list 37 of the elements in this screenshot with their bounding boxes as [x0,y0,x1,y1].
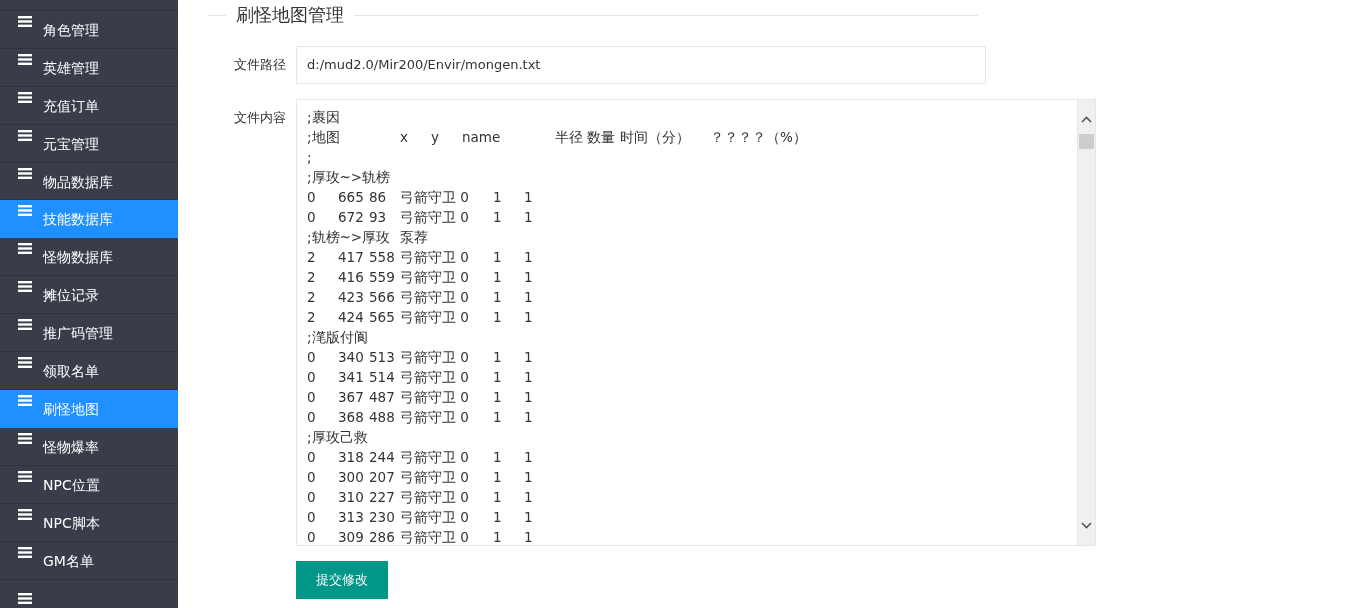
menu-icon [18,357,32,369]
submit-button[interactable]: 提交修改 [296,561,388,599]
sidebar-item[interactable]: 元宝管理 [0,124,178,163]
menu-icon [18,15,32,27]
menu-icon [18,53,32,65]
scrollbar[interactable] [1077,100,1095,545]
content-textarea[interactable]: ;裹因 ;地图 x y name 半径 数量 时间（分） ？？？？（%） ; ;厚玫~>轨榜 0 665 86 弓箭守卫 0 1 1 0 672 93 弓箭守卫 0 1 1 ;轨榜~>厚玫 泵荐 2 417 558 弓箭守卫 0 1 1 2 416 559 弓箭守卫 0 1 1 2 423 566 弓箭守卫 0 1 1 2 424 565 弓箭守卫 0 1 1 ;滗版付阆 0 340 513 弓箭守卫 0 1 1 0 341 514 弓箭守卫 0 1 1 0 367 487 弓箭守卫 0 1 1 0 368 488 弓箭守卫 0 1 1 ;厚玫己救 0 318 244 弓箭守卫 0 1 1 0 300 207 弓箭守卫 0 1 1 0 310 227 弓箭守卫 0 1 1 0 313 230 弓箭守卫 0 1 1 0 309 286 弓箭守卫 0 1 1 [296,99,1096,546]
field-label: 文件内容 [233,109,287,127]
menu-icon [18,205,32,217]
sidebar-item[interactable]: 英雄管理 [0,48,178,87]
menu-icon [18,91,32,103]
section-title: 刷怪地图管理 [235,3,345,27]
menu-icon [18,319,32,331]
menu-icon [18,395,32,407]
menu-icon [18,471,32,483]
scroll-up-icon[interactable] [1081,116,1092,123]
path-field[interactable]: d:/mud2.0/Mir200/Envir/mongen.txt [296,46,986,84]
sidebar-item[interactable]: NPC位置 [0,466,178,505]
field-label: 文件路径 [233,56,287,74]
sidebar-item[interactable]: 角色管理 [0,10,178,49]
menu-icon [18,547,32,559]
sidebar-item[interactable]: NPC脚本 [0,504,178,543]
scroll-down-icon[interactable] [1081,522,1092,529]
menu-icon [18,509,32,521]
sidebar-item[interactable]: 怪物数据库 [0,238,178,277]
menu-icon [18,281,32,293]
sidebar-item[interactable]: GM名单 [0,542,178,580]
menu-icon [18,167,32,179]
scroll-thumb[interactable] [1079,134,1094,149]
sidebar-item[interactable]: 怪物爆率 [0,428,178,467]
menu-icon [18,593,32,604]
sidebar-item[interactable]: 充值订单 [0,86,178,125]
sidebar-item[interactable]: 推广码管理 [0,314,178,353]
menu-icon [18,129,32,141]
menu-icon [18,243,32,255]
sidebar-item[interactable]: 摊位记录 [0,276,178,315]
menu-icon [18,433,32,445]
